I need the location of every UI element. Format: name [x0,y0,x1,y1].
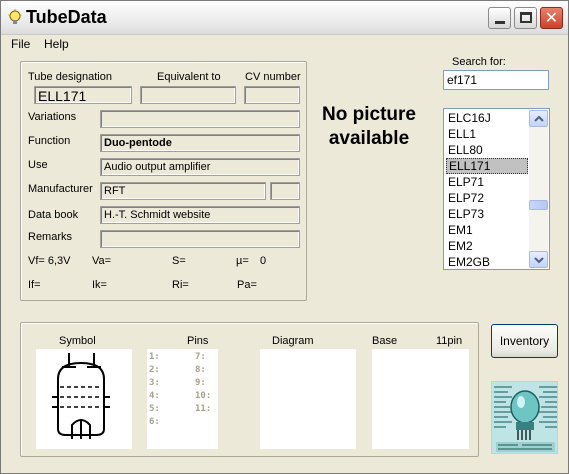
app-window: TubeData ✕ File Help Tube designation Eq… [0,0,569,474]
if-value: If= [28,279,41,291]
close-button[interactable]: ✕ [540,7,563,29]
menu-bar: File Help [1,35,568,53]
pin-3-label: 3: [149,378,160,388]
manufacturer-code-field[interactable] [270,182,300,200]
variations-label: Variations [28,111,77,123]
mu-label: µ= [236,255,249,267]
s-value: S= [172,255,186,267]
list-item[interactable]: EM2 [446,238,528,254]
designation-label: Tube designation [28,71,112,83]
pin-6-label: 6: [149,417,160,427]
pin-4-label: 4: [149,391,160,401]
va-value: Va= [92,255,112,267]
vf-value: Vf= 6,3V [28,255,71,267]
search-input[interactable] [443,70,549,90]
listbox-scrollbar[interactable] [529,110,548,268]
list-item[interactable]: ELC16J [446,110,528,126]
equivalent-field[interactable] [140,86,236,104]
cv-number-field[interactable] [244,86,300,104]
remarks-label: Remarks [28,231,73,243]
search-label: Search for: [452,56,506,68]
chevron-up-icon [534,115,544,122]
scroll-down-button[interactable] [529,251,548,268]
variations-field[interactable] [100,110,300,128]
databook-label: Data book [28,209,79,221]
pin-7-label: 7: [195,352,206,362]
equivalent-label: Equivalent to [157,71,221,83]
list-item[interactable]: EM1 [446,222,528,238]
minimize-button[interactable] [488,7,511,29]
tube-logo [491,381,558,454]
tube-symbol-icon [52,353,110,439]
list-item[interactable]: EM2GB [446,254,528,269]
base-pin-count: 11pin [436,335,463,347]
menu-help[interactable]: Help [44,37,69,51]
pins-label: Pins [187,335,209,347]
pin-9-label: 9: [195,378,206,388]
vacuum-tube-logo-icon [492,382,557,453]
symbol-label: Symbol [59,335,96,347]
manufacturer-field[interactable]: RFT [100,182,266,200]
list-item[interactable]: ELP72 [446,190,528,206]
use-field[interactable]: Audio output amplifier [100,158,300,176]
diagram-panel [260,349,356,449]
manufacturer-label: Manufacturer [28,183,93,195]
symbol-panel [36,349,132,449]
pin-2-label: 2: [149,365,160,375]
lightbulb-icon [8,9,22,24]
tube-listbox[interactable]: ELC16J ELL1 ELL80 ELL171 ELP71 ELP72 ELP73 EM1 E… [443,108,550,270]
list-item[interactable]: ELP71 [446,174,528,190]
list-item[interactable]: ELL1 [446,126,528,142]
pin-8-label: 8: [195,365,206,375]
ri-value: Ri= [172,279,189,291]
pin-11-label: 11: [195,404,212,414]
title-bar[interactable]: TubeData ✕ [1,1,568,35]
base-panel [372,349,469,449]
function-field[interactable]: Duo-pentode [100,134,300,152]
mu-value: 0 [260,255,267,267]
base-label: Base [372,335,398,347]
close-icon: ✕ [544,8,559,27]
ik-value: Ik= [92,279,107,291]
databook-field[interactable]: H.-T. Schmidt website [100,206,300,224]
diagram-label: Diagram [272,335,314,347]
cv-number-label: CV number [245,71,301,83]
pin-5-label: 5: [149,404,160,414]
scroll-up-button[interactable] [529,110,548,127]
pin-10-label: 10: [195,391,212,401]
inventory-button[interactable]: Inventory [491,324,558,358]
maximize-icon [520,12,532,23]
no-picture-text: No picture available [322,104,416,149]
scroll-thumb[interactable] [529,200,548,210]
list-item[interactable]: ELL171 [446,158,528,174]
chevron-down-icon [534,257,544,264]
designation-field[interactable]: ELL171 [34,86,132,104]
window-title: TubeData [26,7,107,27]
use-label: Use [28,159,48,171]
function-label: Function [28,135,71,147]
list-item[interactable]: ELP73 [446,206,528,222]
remarks-field[interactable] [100,230,300,248]
maximize-button[interactable] [514,7,537,29]
pa-value: Pa= [237,279,257,291]
menu-file[interactable]: File [11,37,30,51]
pin-1-label: 1: [149,352,160,362]
minimize-icon [495,21,505,24]
list-item[interactable]: ELL80 [446,142,528,158]
pins-panel: 1: 2: 3: 4: 5: 6: 7: 8: 9: 10: 11: [147,349,218,449]
